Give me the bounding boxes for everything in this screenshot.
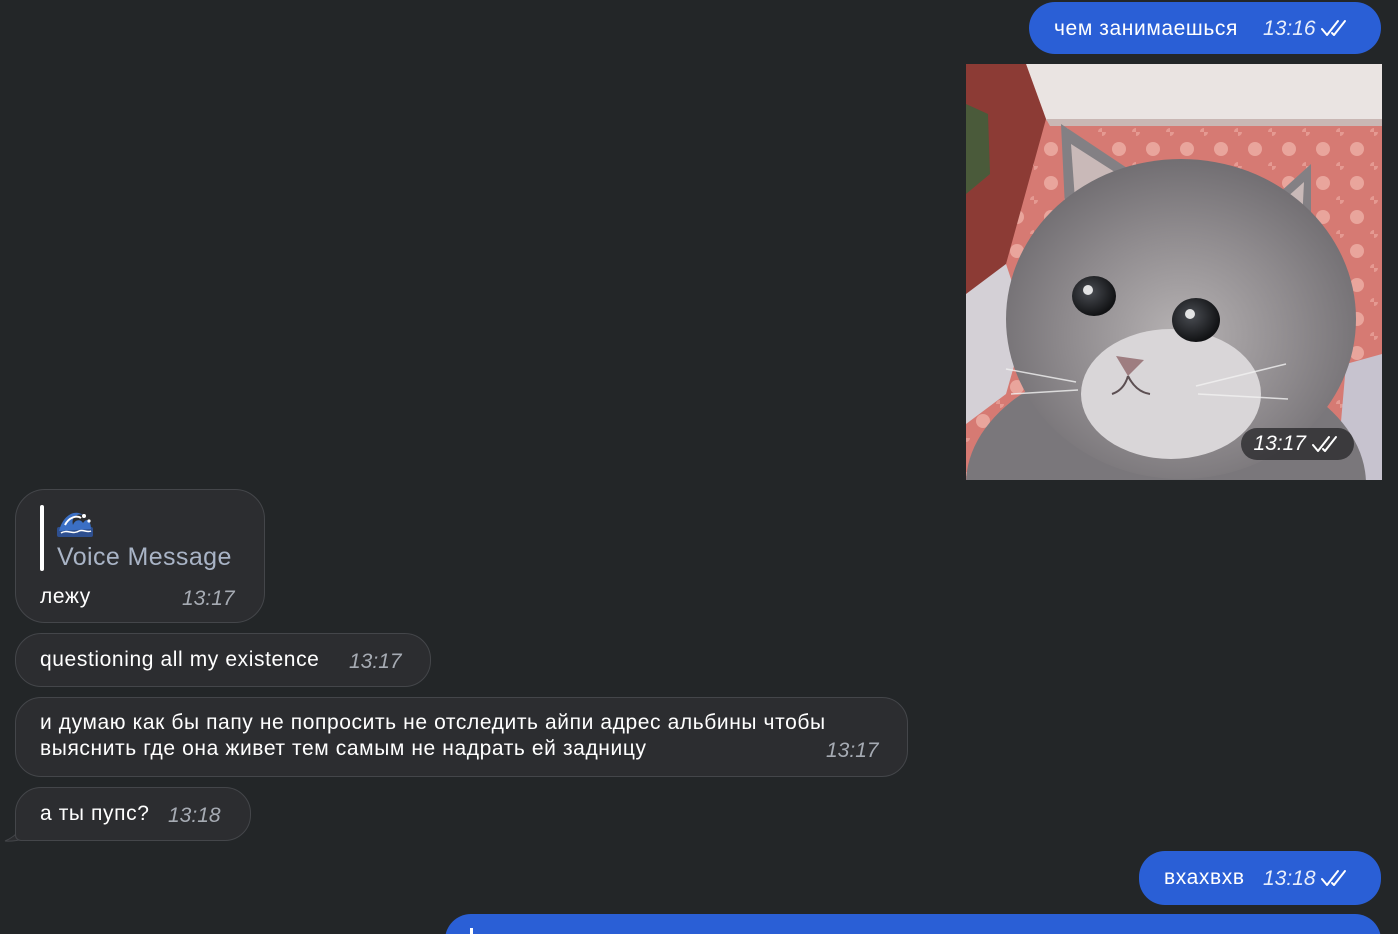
message-time: 13:17 bbox=[182, 587, 235, 610]
message-time: 13:18 bbox=[1263, 867, 1316, 890]
incoming-message[interactable]: Voice Message лежу 13:17 bbox=[15, 489, 265, 623]
outgoing-message[interactable]: вхахвхв 13:18 bbox=[1139, 851, 1381, 905]
message-text: а ты пупс? bbox=[40, 802, 150, 825]
text-cursor bbox=[470, 928, 473, 934]
wave-emoji-icon bbox=[57, 507, 93, 537]
kitten-image bbox=[966, 64, 1382, 480]
message-text-line-2: выяснить где она живет тем самым не надр… bbox=[40, 737, 647, 760]
incoming-message[interactable]: questioning all my existence 13:17 bbox=[15, 633, 431, 687]
reply-label: Voice Message bbox=[57, 543, 232, 571]
double-check-icon bbox=[1321, 19, 1351, 37]
reply-quote-bar bbox=[40, 505, 44, 571]
message-text: questioning all my existence bbox=[40, 648, 320, 671]
chat-area[interactable]: чем занимаешься 13:16 13:17 Voice Messag… bbox=[0, 0, 1398, 934]
double-check-icon bbox=[1312, 435, 1342, 453]
message-time: 13:16 bbox=[1263, 17, 1316, 40]
message-time: 13:17 bbox=[349, 650, 402, 673]
kitten-photo[interactable]: 13:17 bbox=[966, 64, 1382, 480]
message-text: вхахвхв bbox=[1164, 866, 1245, 889]
incoming-message[interactable]: и думаю как бы папу не попросить не отсл… bbox=[15, 697, 908, 777]
message-time: 13:17 bbox=[1253, 432, 1306, 455]
photo-timestamp: 13:17 bbox=[1241, 428, 1354, 460]
incoming-message[interactable]: а ты пупс? 13:18 bbox=[15, 787, 251, 841]
outgoing-message-partial[interactable] bbox=[445, 914, 1381, 934]
message-text-line-1: и думаю как бы папу не попросить не отсл… bbox=[40, 711, 826, 734]
double-check-icon bbox=[1321, 869, 1351, 887]
message-time: 13:17 bbox=[826, 739, 879, 762]
message-text: лежу bbox=[40, 585, 91, 608]
message-text: чем занимаешься bbox=[1054, 17, 1238, 40]
message-time: 13:18 bbox=[168, 804, 221, 827]
outgoing-message[interactable]: чем занимаешься 13:16 bbox=[1029, 2, 1381, 54]
